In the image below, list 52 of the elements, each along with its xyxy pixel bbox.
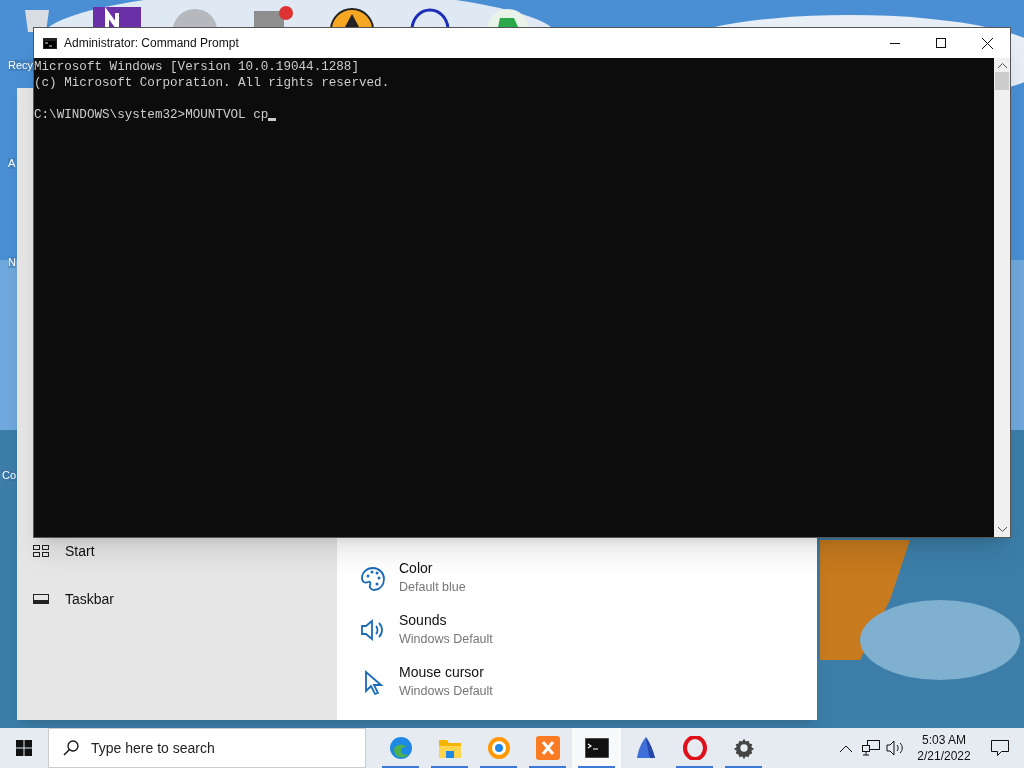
cursor-icon: [363, 670, 383, 696]
scroll-up-icon: [997, 63, 1007, 68]
sidebar-item[interactable]: Start: [33, 541, 337, 561]
search-icon: [63, 740, 79, 756]
item-subtitle: Windows Default: [399, 683, 493, 700]
sidebar-item[interactable]: Taskbar: [33, 589, 337, 609]
terminal-icon: [584, 738, 609, 758]
speaker-icon: [360, 618, 386, 642]
ring-icon: [410, 8, 450, 27]
desktop-icon-label: Recy: [8, 60, 34, 71]
browser-icon: [486, 736, 511, 760]
search-field[interactable]: Type here to search: [48, 728, 366, 768]
text-cursor: [268, 118, 277, 121]
clock-date: 2/21/2022: [917, 748, 971, 764]
taskbar-app[interactable]: [572, 728, 621, 768]
network-icon: [862, 740, 880, 756]
close-icon: [981, 37, 993, 49]
volume-icon: [886, 740, 904, 756]
minimize-icon: [890, 42, 900, 44]
taskbar-icon: [33, 594, 49, 604]
opera-icon: [682, 736, 707, 760]
scroll-down-icon: [997, 527, 1007, 532]
notification-icon: [991, 740, 1009, 756]
settings-item[interactable]: Mouse cursor Windows Default: [359, 662, 817, 700]
settings-item[interactable]: Color Default blue: [359, 558, 817, 596]
item-subtitle: Default blue: [399, 579, 466, 596]
desktop-icon-label: Co: [2, 470, 17, 481]
palette-icon: [360, 566, 386, 592]
windows-icon: [16, 740, 32, 756]
console-icon: [43, 37, 57, 49]
item-subtitle: Windows Default: [399, 631, 493, 648]
settings-icon: [732, 737, 755, 759]
item-title: Mouse cursor: [399, 663, 485, 682]
desktop-icon-label: N: [8, 257, 16, 268]
item-title: Color: [399, 559, 434, 578]
scrollbar[interactable]: [994, 58, 1010, 537]
console-prompt: C:\WINDOWS\system32>MOUNTVOL cp: [34, 107, 269, 123]
clock-time: 5:03 AM: [922, 732, 966, 748]
xampp-icon: [535, 736, 560, 760]
maximize-icon: [936, 38, 946, 48]
clock[interactable]: 5:03 AM 2/21/2022: [912, 732, 976, 764]
window-title: Administrator: Command Prompt: [64, 35, 239, 52]
item-title: Sounds: [399, 611, 448, 630]
scroll-thumb[interactable]: [995, 72, 1009, 90]
console-line: Microsoft Windows [Version 10.0.19044.1288]: [34, 59, 359, 75]
console-line: (c) Microsoft Corporation. All rights reserved.: [34, 75, 390, 91]
folder-icon: [437, 737, 462, 759]
desktop-icon-label: A: [8, 158, 16, 169]
tiles-icon: [33, 545, 49, 557]
chevron-up-icon: [840, 744, 852, 752]
settings-item[interactable]: Sounds Windows Default: [359, 610, 817, 648]
edge-icon: [388, 736, 413, 760]
